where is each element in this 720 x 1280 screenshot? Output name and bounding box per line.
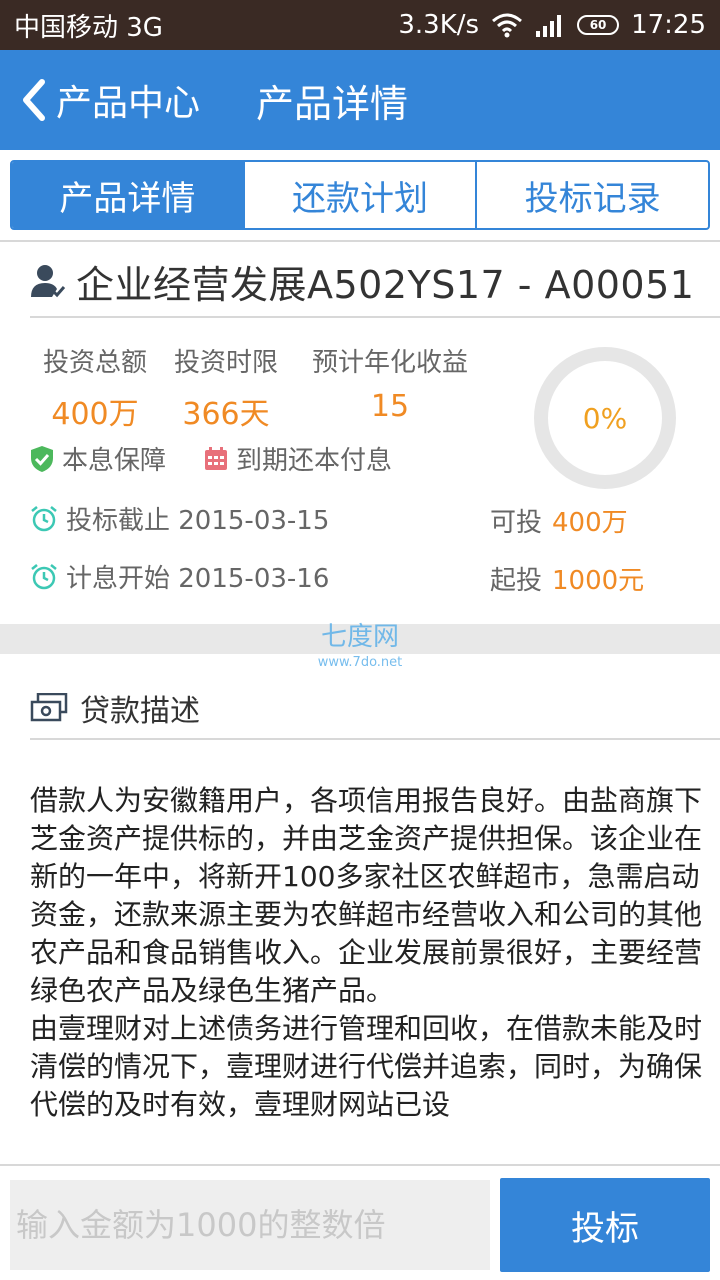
battery-icon: 60	[577, 15, 620, 35]
calendar-icon	[205, 446, 227, 470]
bid-amount-input[interactable]	[10, 1180, 490, 1270]
interest-start: 计息开始 2015-03-16	[30, 558, 329, 595]
watermark: 七度网 www.7do.net	[300, 616, 420, 670]
divider	[30, 316, 720, 318]
bid-bar: 投标	[0, 1164, 720, 1280]
stat-label: 投资时限	[173, 348, 278, 378]
money-icon	[30, 693, 68, 722]
watermark-name: 七度网	[320, 622, 399, 652]
stat-yield: 预计年化收益 15	[300, 342, 480, 424]
alarm-clock-icon	[31, 563, 57, 589]
carrier-label: 中国移动 3G	[14, 12, 163, 43]
divider	[30, 738, 720, 740]
status-bar: 中国移动 3G 3.3K/s 60 17:25	[0, 0, 720, 50]
divider	[0, 240, 720, 242]
stat-term: 投资时限 366天	[168, 342, 284, 433]
page-title: 产品详情	[256, 81, 409, 126]
chevron-left-icon	[23, 79, 45, 121]
loan-section-header: 贷款描述	[30, 686, 200, 730]
status-indicators: 3.3K/s 60 17:25	[398, 10, 706, 40]
network-speed: 3.3K/s	[398, 10, 480, 40]
clock: 17:25	[631, 10, 706, 40]
available-label: 可投	[490, 508, 543, 538]
product-header: 企业经营发展A502YS17 - A00051	[30, 256, 695, 307]
shield-check-icon	[31, 445, 53, 472]
product-name: 企业经营发展A502YS17 - A00051	[76, 262, 695, 307]
feature-repayment: 到期还本付息	[204, 440, 392, 477]
tab-bar: 产品详情 还款计划 投标记录	[10, 160, 710, 230]
feature-label: 本息保障	[62, 446, 167, 476]
signal-icon	[536, 15, 562, 37]
available-amount: 可投 400万	[490, 502, 628, 539]
tab-bid-records[interactable]: 投标记录	[475, 162, 708, 228]
stat-value: 400万	[51, 397, 139, 432]
interest-start-text: 计息开始 2015-03-16	[66, 564, 330, 594]
stat-value: 15	[370, 389, 410, 424]
stat-total: 投资总额 400万	[38, 342, 152, 433]
feature-guarantee: 本息保障	[30, 440, 166, 477]
nav-bar: 产品中心 产品详情	[0, 50, 720, 150]
minimum-amount: 起投 1000元	[490, 560, 644, 597]
loan-description: 借款人为安徽籍用户，各项信用报告良好。由盐商旗下芝金资产提供标的，并由芝金资产提…	[30, 782, 706, 1164]
stat-value: 366天	[182, 397, 270, 432]
stat-label: 投资总额	[42, 348, 147, 378]
bid-button[interactable]: 投标	[500, 1178, 710, 1272]
minimum-label: 起投	[490, 566, 543, 596]
progress-label: 0%	[582, 401, 628, 435]
back-button[interactable]: 产品中心	[0, 50, 200, 150]
watermark-url: www.7do.net	[317, 655, 403, 670]
alarm-clock-icon	[31, 505, 57, 531]
description-paragraph: 由壹理财对上述债务进行管理和回收，在借款未能及时清偿的情况下，壹理财进行代偿并追…	[30, 1012, 703, 1121]
user-verified-icon	[31, 265, 66, 298]
tab-repayment-plan[interactable]: 还款计划	[242, 162, 476, 228]
tab-product-detail[interactable]: 产品详情	[12, 162, 243, 228]
wifi-icon	[492, 13, 523, 38]
description-paragraph: 借款人为安徽籍用户，各项信用报告良好。由盐商旗下芝金资产提供标的，并由芝金资产提…	[30, 784, 703, 1007]
bid-deadline: 投标截止 2015-03-15	[30, 500, 329, 537]
deadline-text: 投标截止 2015-03-15	[66, 506, 330, 536]
stat-label: 预计年化收益	[311, 348, 468, 378]
feature-label: 到期还本付息	[236, 446, 393, 476]
section-title: 贷款描述	[80, 694, 200, 729]
back-label: 产品中心	[56, 83, 201, 124]
available-value: 400万	[552, 508, 628, 538]
minimum-value: 1000元	[552, 566, 645, 596]
